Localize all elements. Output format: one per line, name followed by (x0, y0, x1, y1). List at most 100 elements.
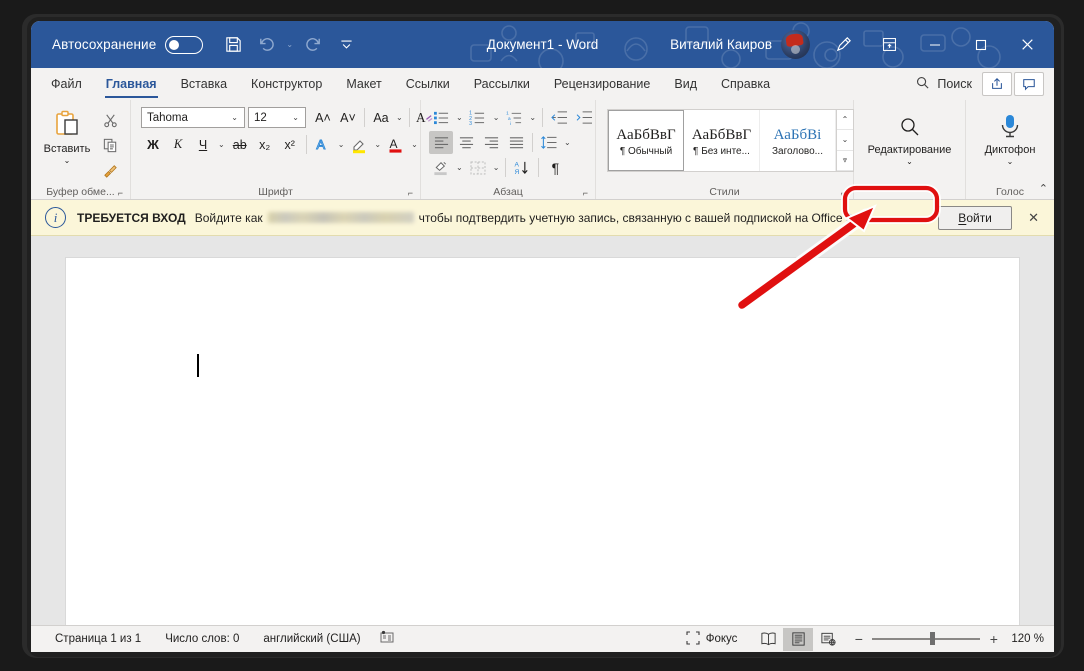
close-button[interactable] (1004, 21, 1050, 68)
underline-chevron-down-icon[interactable]: ⌄ (216, 140, 227, 149)
dictate-chevron-down-icon[interactable]: ⌄ (1007, 157, 1014, 165)
paste-button[interactable]: Вставить ⌄ (39, 106, 95, 164)
tab-help[interactable]: Справка (709, 68, 782, 100)
style-item-heading1[interactable]: АаБбВі Заголово... (760, 110, 836, 171)
numbered-list-chevron-down-icon[interactable]: ⌄ (491, 113, 502, 122)
zoom-in-button[interactable]: + (988, 631, 999, 647)
styles-scroll-up-icon[interactable]: ⌃ (837, 110, 853, 131)
focus-mode-button[interactable]: Фокус (674, 630, 754, 648)
zoom-out-button[interactable]: − (853, 631, 864, 647)
comments-icon[interactable] (1014, 72, 1044, 96)
avatar[interactable] (781, 30, 810, 59)
zoom-slider[interactable] (872, 632, 981, 646)
line-spacing-icon[interactable] (537, 131, 561, 154)
decrease-indent-icon[interactable] (547, 106, 571, 129)
tab-review[interactable]: Рецензирование (542, 68, 663, 100)
increase-indent-icon[interactable] (572, 106, 596, 129)
minimize-button[interactable] (912, 21, 958, 68)
zoom-control[interactable]: − + (843, 631, 1007, 647)
account-name[interactable]: Виталий Каиров (670, 37, 772, 52)
tab-layout[interactable]: Макет (334, 68, 393, 100)
bullet-list-icon[interactable] (429, 106, 453, 129)
numbered-list-icon[interactable]: 1 2 3 (466, 106, 490, 129)
proofing-errors-icon[interactable] (373, 630, 401, 648)
font-name-combo[interactable]: Tahoma ⌄ (141, 107, 245, 128)
undo-dropdown-chevron-down-icon[interactable]: ⌄ (284, 40, 295, 49)
superscript-button[interactable]: x² (278, 133, 302, 156)
styles-scroll-down-icon[interactable]: ⌄ (837, 130, 853, 151)
clipboard-dialog-launcher-icon[interactable]: ⌐ (118, 188, 123, 198)
tab-design[interactable]: Конструктор (239, 68, 334, 100)
share-icon[interactable] (982, 72, 1012, 96)
style-item-normal[interactable]: АаБбВвГ ¶ Обычный (608, 110, 684, 171)
align-center-icon[interactable] (454, 131, 478, 154)
change-case-button[interactable]: Aa (369, 106, 393, 129)
save-icon[interactable] (218, 30, 248, 60)
change-case-chevron-down-icon[interactable]: ⌄ (394, 113, 405, 122)
document-area[interactable] (31, 236, 1054, 625)
format-painter-icon[interactable] (97, 159, 123, 181)
font-dialog-launcher-icon[interactable]: ⌐ (408, 188, 413, 198)
ribbon-display-options-icon[interactable] (866, 21, 912, 68)
tab-references[interactable]: Ссылки (394, 68, 462, 100)
document-page[interactable] (65, 257, 1020, 625)
editing-chevron-down-icon[interactable]: ⌄ (906, 157, 913, 165)
grow-font-button[interactable]: A˄ (311, 106, 335, 129)
multilevel-list-icon[interactable]: 1 a i (502, 106, 526, 129)
sort-icon[interactable]: А Я (510, 156, 534, 179)
tab-file[interactable]: Файл (39, 68, 94, 100)
autosave-toggle[interactable] (165, 35, 204, 54)
align-right-icon[interactable] (479, 131, 503, 154)
subscript-button[interactable]: x₂ (253, 133, 277, 156)
zoom-level[interactable]: 120 % (1007, 633, 1044, 645)
shading-icon[interactable] (429, 156, 453, 179)
underline-button[interactable]: Ч (191, 133, 215, 156)
align-left-icon[interactable] (429, 131, 453, 154)
text-effects-chevron-down-icon[interactable]: ⌄ (336, 140, 347, 149)
customize-quick-access-icon[interactable] (331, 30, 361, 60)
web-layout-icon[interactable] (813, 628, 843, 651)
sign-in-button[interactable]: Войти (938, 205, 1013, 230)
multilevel-list-chevron-down-icon[interactable]: ⌄ (527, 113, 538, 122)
font-size-chevron-down-icon[interactable]: ⌄ (290, 113, 301, 122)
paste-chevron-down-icon[interactable]: ⌄ (64, 156, 71, 164)
text-highlight-icon[interactable] (347, 133, 371, 156)
language-indicator[interactable]: английский (США) (251, 633, 372, 645)
copy-icon[interactable] (97, 134, 123, 156)
font-name-chevron-down-icon[interactable]: ⌄ (229, 113, 240, 122)
print-layout-icon[interactable] (783, 627, 814, 651)
autosave-control[interactable]: Автосохранение (52, 35, 204, 54)
tab-view[interactable]: Вид (662, 68, 709, 100)
dictate-button[interactable]: Диктофон ⌄ (970, 109, 1050, 165)
text-highlight-chevron-down-icon[interactable]: ⌄ (372, 140, 383, 149)
borders-chevron-down-icon[interactable]: ⌄ (491, 163, 502, 172)
zoom-slider-thumb[interactable] (930, 632, 936, 646)
maximize-button[interactable] (958, 21, 1004, 68)
editing-button[interactable]: Редактирование ⌄ (858, 111, 961, 165)
justify-icon[interactable] (504, 131, 528, 154)
tab-insert[interactable]: Вставка (169, 68, 239, 100)
text-effects-icon[interactable]: A (311, 133, 335, 156)
tab-mailings[interactable]: Рассылки (462, 68, 542, 100)
undo-icon[interactable] (251, 30, 281, 60)
scissors-icon[interactable] (97, 109, 123, 131)
paragraph-dialog-launcher-icon[interactable]: ⌐ (583, 188, 588, 198)
search-input[interactable]: Поиск (907, 75, 980, 93)
pen-icon[interactable] (820, 21, 866, 68)
italic-button[interactable]: К (166, 133, 190, 156)
shrink-font-button[interactable]: A˅ (336, 106, 360, 129)
styles-dialog-launcher-icon[interactable]: ⌐ (841, 188, 846, 198)
font-color-icon[interactable]: A (384, 133, 408, 156)
show-paragraph-marks-icon[interactable]: ¶ (543, 156, 567, 179)
close-icon[interactable]: ✕ (1028, 210, 1039, 226)
redo-icon[interactable] (298, 30, 328, 60)
read-mode-icon[interactable] (753, 628, 783, 651)
styles-more-icon[interactable]: ⩔ (837, 151, 853, 171)
bullet-list-chevron-down-icon[interactable]: ⌄ (454, 113, 465, 122)
strikethrough-button[interactable]: ab (228, 133, 252, 156)
tab-home[interactable]: Главная (94, 68, 169, 100)
shading-chevron-down-icon[interactable]: ⌄ (454, 163, 465, 172)
borders-icon[interactable] (466, 156, 490, 179)
font-size-combo[interactable]: 12 ⌄ (248, 107, 306, 128)
collapse-ribbon-icon[interactable]: ⌃ (1039, 182, 1048, 195)
